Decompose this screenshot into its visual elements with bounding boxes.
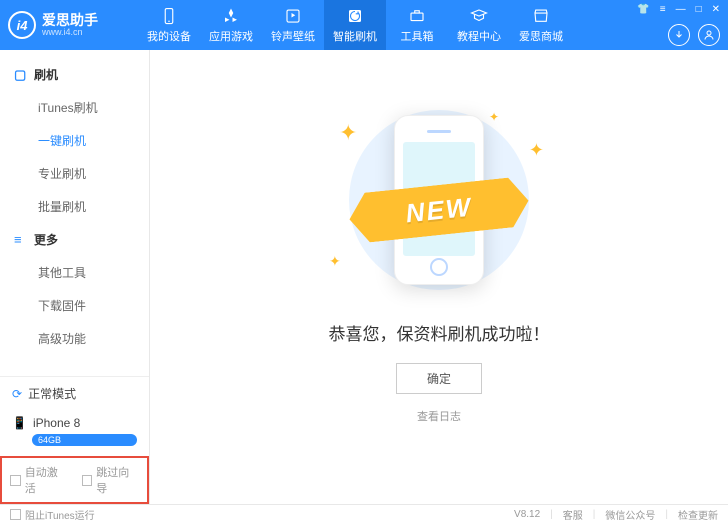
star-icon: ✦ bbox=[489, 110, 499, 124]
nav-label: 智能刷机 bbox=[333, 28, 377, 44]
media-icon bbox=[284, 7, 302, 25]
store-icon bbox=[532, 7, 550, 25]
options-row: 自动激活 跳过向导 bbox=[0, 456, 149, 504]
flash-icon bbox=[346, 7, 364, 25]
refresh-icon: ⟳ bbox=[12, 387, 22, 401]
tools-icon bbox=[408, 7, 426, 25]
nav-label: 教程中心 bbox=[457, 28, 501, 44]
sidebar-item-download-firmware[interactable]: 下载固件 bbox=[0, 289, 149, 322]
nav-store[interactable]: 爱思商城 bbox=[510, 0, 572, 50]
main-nav: 我的设备 应用游戏 铃声壁纸 智能刷机 工具箱 教程中心 爱思商城 bbox=[138, 0, 572, 50]
apps-icon bbox=[222, 7, 240, 25]
download-button[interactable] bbox=[668, 24, 690, 46]
auto-activate-checkbox[interactable]: 自动激活 bbox=[10, 464, 68, 496]
group-title: 更多 bbox=[34, 231, 58, 248]
close-icon[interactable]: ✕ bbox=[712, 4, 720, 15]
maximize-icon[interactable]: □ bbox=[696, 4, 702, 15]
checkbox-label: 跳过向导 bbox=[96, 464, 139, 496]
body: ▢ 刷机 iTunes刷机 一键刷机 专业刷机 批量刷机 ≡ 更多 其他工具 下… bbox=[0, 50, 728, 504]
skin-icon[interactable]: 👕 bbox=[637, 4, 649, 15]
tutorial-icon bbox=[470, 7, 488, 25]
nav-label: 我的设备 bbox=[147, 28, 191, 44]
storage-badge: 64GB bbox=[32, 434, 137, 446]
logo: i4 爱思助手 www.i4.cn bbox=[8, 11, 138, 39]
main-content: ✦ ✦ ✦ ✦ NEW 恭喜您，保资料刷机成功啦！ 确定 查看日志 bbox=[150, 50, 728, 504]
checkbox-label: 阻止iTunes运行 bbox=[25, 507, 95, 522]
skip-guide-checkbox[interactable]: 跳过向导 bbox=[82, 464, 140, 496]
more-icon: ≡ bbox=[14, 232, 28, 247]
sidebar-group-more[interactable]: ≡ 更多 bbox=[0, 223, 149, 256]
success-illustration: ✦ ✦ ✦ ✦ NEW bbox=[309, 100, 569, 300]
checkbox-icon bbox=[82, 475, 93, 486]
nav-label: 应用游戏 bbox=[209, 28, 253, 44]
group-title: 刷机 bbox=[34, 66, 58, 83]
app-name: 爱思助手 bbox=[42, 13, 98, 27]
device-name: iPhone 8 bbox=[33, 416, 80, 430]
nav-tutorial[interactable]: 教程中心 bbox=[448, 0, 510, 50]
sidebar-item-pro-flash[interactable]: 专业刷机 bbox=[0, 157, 149, 190]
mode-label: 正常模式 bbox=[28, 385, 76, 402]
phone-icon: ▢ bbox=[14, 67, 28, 83]
app-url: www.i4.cn bbox=[42, 27, 98, 37]
support-link[interactable]: 客服 bbox=[563, 507, 583, 522]
nav-apps[interactable]: 应用游戏 bbox=[200, 0, 262, 50]
sidebar-item-oneclick-flash[interactable]: 一键刷机 bbox=[0, 124, 149, 157]
star-icon: ✦ bbox=[339, 120, 357, 146]
device-status[interactable]: 📱 iPhone 8 64GB bbox=[0, 410, 149, 456]
nav-flash[interactable]: 智能刷机 bbox=[324, 0, 386, 50]
sidebar-group-flash[interactable]: ▢ 刷机 bbox=[0, 58, 149, 91]
block-itunes-checkbox[interactable]: 阻止iTunes运行 bbox=[10, 507, 95, 522]
user-button[interactable] bbox=[698, 24, 720, 46]
sidebar-item-advanced[interactable]: 高级功能 bbox=[0, 322, 149, 355]
nav-media[interactable]: 铃声壁纸 bbox=[262, 0, 324, 50]
ok-button[interactable]: 确定 bbox=[396, 363, 482, 394]
version-label: V8.12 bbox=[514, 509, 540, 520]
update-link[interactable]: 检查更新 bbox=[678, 507, 718, 522]
nav-tools[interactable]: 工具箱 bbox=[386, 0, 448, 50]
checkbox-icon bbox=[10, 475, 21, 486]
sidebar-item-batch-flash[interactable]: 批量刷机 bbox=[0, 190, 149, 223]
sidebar-item-itunes-flash[interactable]: iTunes刷机 bbox=[0, 91, 149, 124]
wechat-link[interactable]: 微信公众号 bbox=[605, 507, 655, 522]
success-message: 恭喜您，保资料刷机成功啦！ bbox=[329, 320, 550, 345]
device-icon: 📱 bbox=[12, 416, 27, 430]
sidebar-item-other-tools[interactable]: 其他工具 bbox=[0, 256, 149, 289]
star-icon: ✦ bbox=[329, 253, 341, 270]
star-icon: ✦ bbox=[529, 140, 544, 161]
minimize-icon[interactable]: — bbox=[676, 4, 686, 15]
checkbox-label: 自动激活 bbox=[25, 464, 68, 496]
view-log-link[interactable]: 查看日志 bbox=[417, 408, 461, 424]
logo-icon: i4 bbox=[8, 11, 36, 39]
footer: 阻止iTunes运行 V8.12 | 客服 | 微信公众号 | 检查更新 bbox=[0, 504, 728, 524]
checkbox-icon bbox=[10, 509, 21, 520]
nav-label: 工具箱 bbox=[401, 28, 434, 44]
app-header: i4 爱思助手 www.i4.cn 我的设备 应用游戏 铃声壁纸 智能刷机 工具… bbox=[0, 0, 728, 50]
user-controls bbox=[668, 24, 720, 46]
window-controls: 👕 ≡ — □ ✕ bbox=[637, 4, 720, 15]
menu-icon[interactable]: ≡ bbox=[660, 4, 666, 15]
device-icon bbox=[160, 7, 178, 25]
header-right: 👕 ≡ — □ ✕ bbox=[637, 0, 720, 50]
nav-label: 爱思商城 bbox=[519, 28, 563, 44]
sidebar: ▢ 刷机 iTunes刷机 一键刷机 专业刷机 批量刷机 ≡ 更多 其他工具 下… bbox=[0, 50, 150, 504]
mode-status[interactable]: ⟳ 正常模式 bbox=[0, 376, 149, 410]
nav-label: 铃声壁纸 bbox=[271, 28, 315, 44]
nav-my-device[interactable]: 我的设备 bbox=[138, 0, 200, 50]
